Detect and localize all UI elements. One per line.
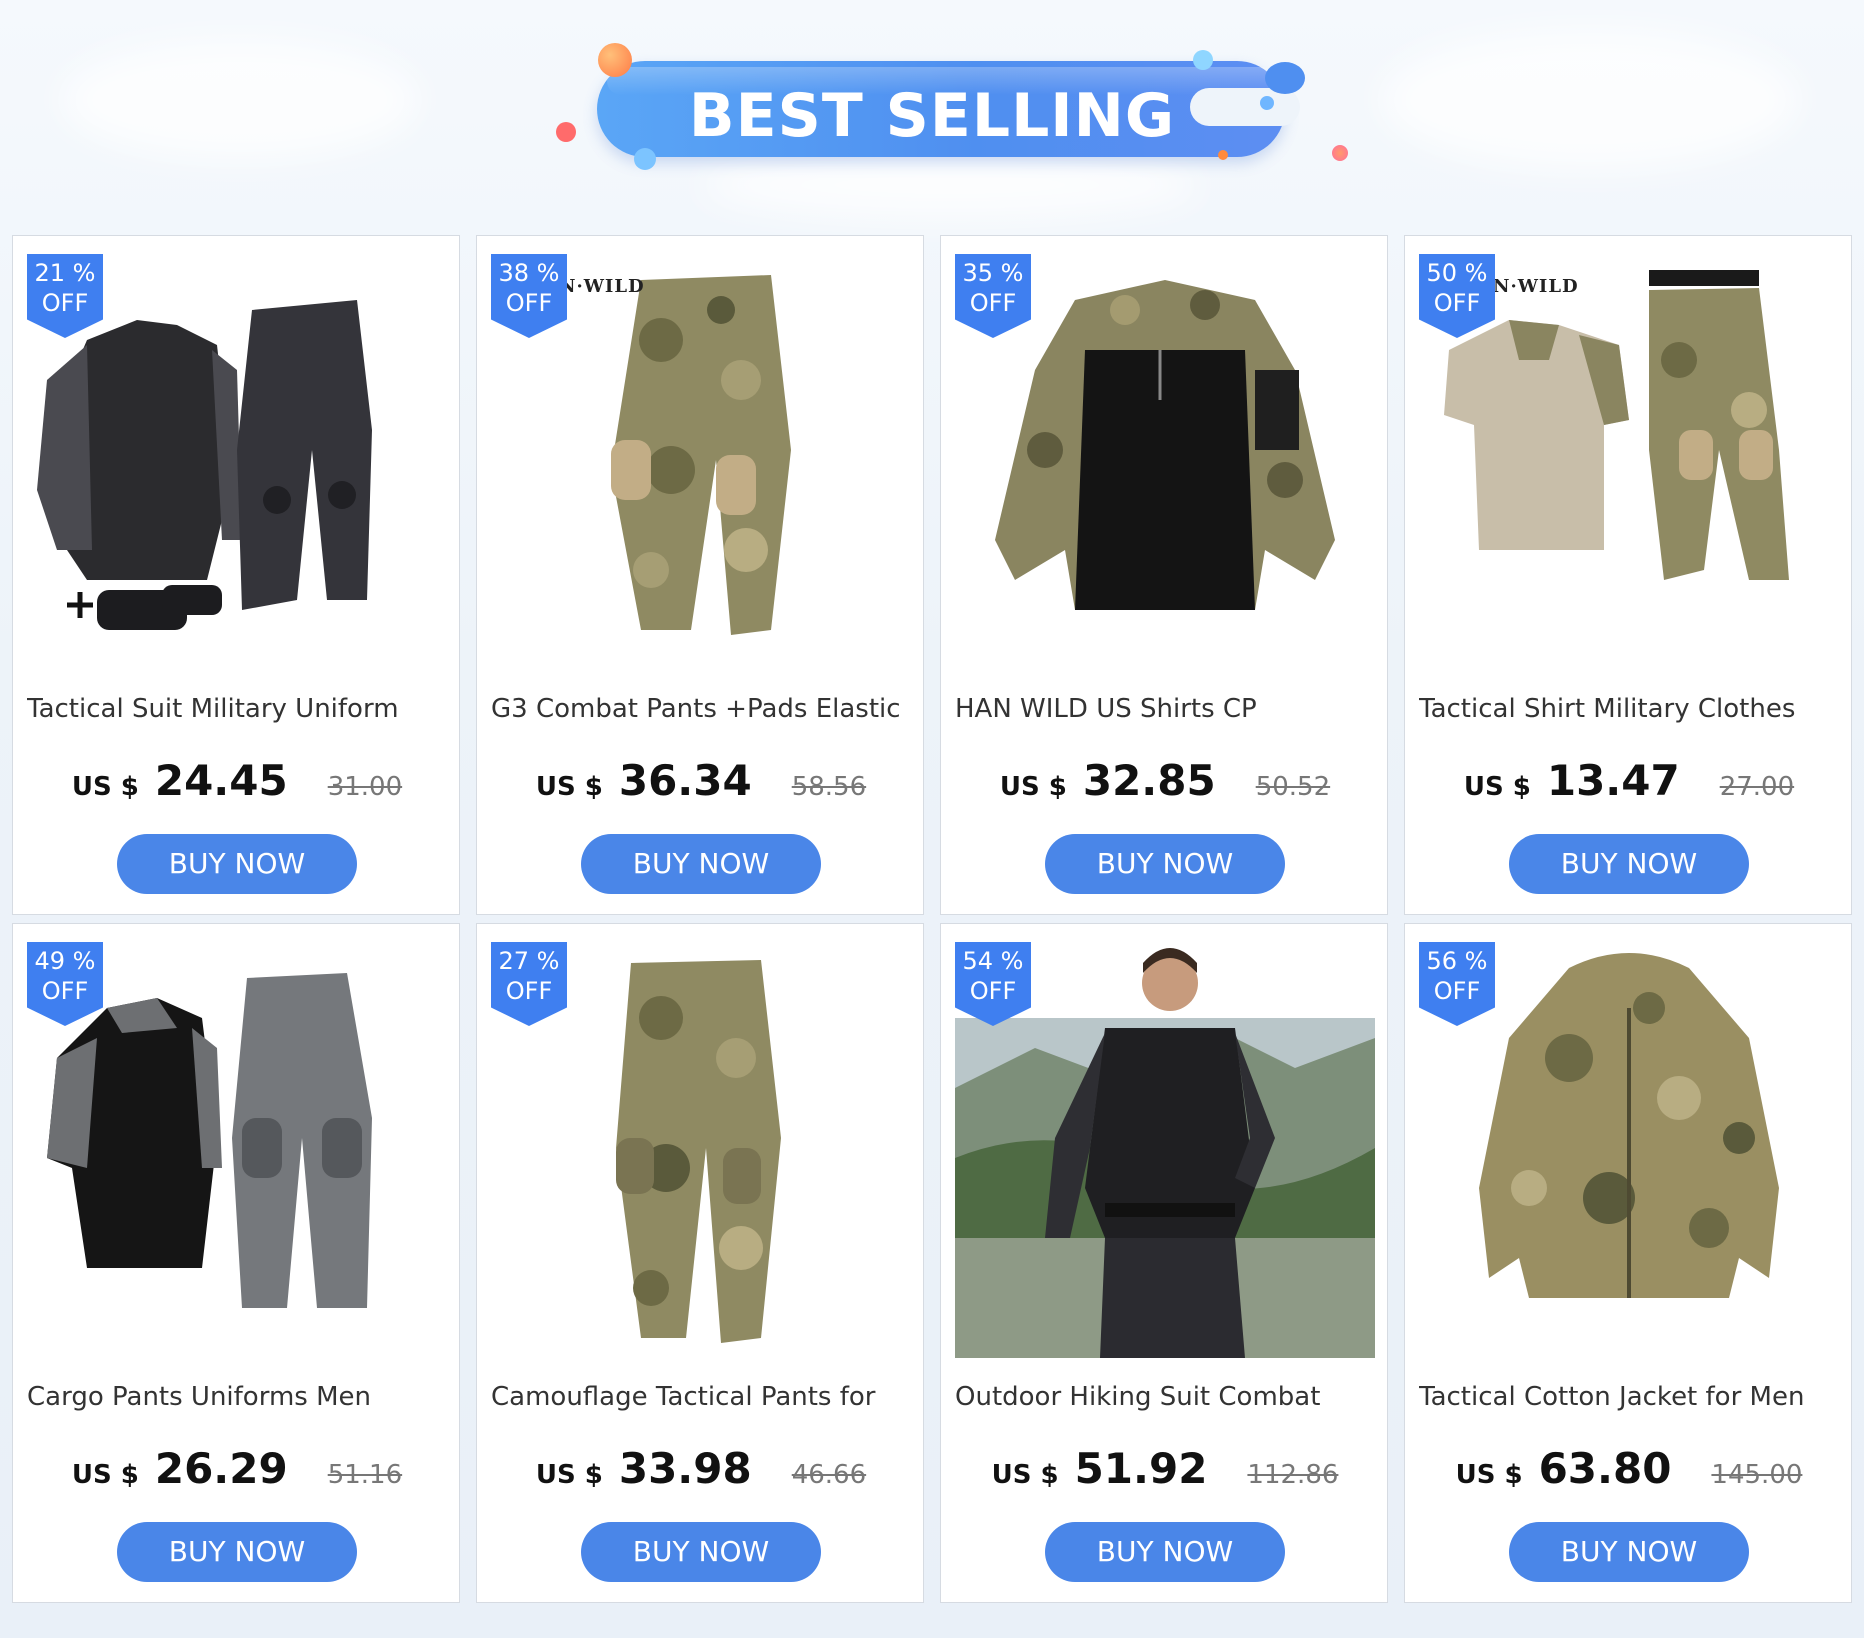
bubble-decoration <box>598 43 632 77</box>
original-price: 112.86 <box>1247 1460 1339 1490</box>
product-card[interactable]: 56 % OFF Tactical Cotton Jacket for Men … <box>1404 923 1852 1603</box>
discount-percent: 21 % <box>34 259 96 287</box>
brand-text: N·WILD <box>1493 276 1579 297</box>
current-price: 13.47 <box>1546 756 1680 805</box>
product-title[interactable]: Tactical Suit Military Uniform <box>27 694 447 724</box>
banner-title: BEST SELLING <box>688 81 1176 151</box>
bubble-decoration <box>1265 62 1305 94</box>
original-price: 58.56 <box>791 772 867 802</box>
price-row: US $ 36.34 58.56 <box>477 756 925 805</box>
currency-label: US $ <box>71 1460 139 1490</box>
discount-percent: 38 % <box>498 259 560 287</box>
discount-percent: 49 % <box>34 947 96 975</box>
price-row: US $ 33.98 46.66 <box>477 1444 925 1493</box>
buy-now-button[interactable]: BUY NOW <box>1509 1522 1749 1582</box>
original-price: 31.00 <box>327 772 403 802</box>
product-title[interactable]: Outdoor Hiking Suit Combat <box>955 1382 1375 1412</box>
current-price: 36.34 <box>618 756 752 805</box>
original-price: 51.16 <box>327 1460 403 1490</box>
bubble-decoration <box>1332 145 1348 161</box>
discount-percent: 27 % <box>498 947 560 975</box>
discount-off-label: OFF <box>41 977 89 1005</box>
original-price: 50.52 <box>1255 772 1331 802</box>
currency-label: US $ <box>71 772 139 802</box>
currency-label: US $ <box>535 1460 603 1490</box>
currency-label: US $ <box>1455 1460 1523 1490</box>
product-title[interactable]: G3 Combat Pants +Pads Elastic <box>491 694 911 724</box>
product-card[interactable]: 49 % OFF Cargo Pants Uniforms Men US $ 26… <box>12 923 460 1603</box>
price-row: US $ 26.29 51.16 <box>13 1444 461 1493</box>
current-price: 32.85 <box>1082 756 1216 805</box>
currency-label: US $ <box>1463 772 1531 802</box>
discount-percent: 54 % <box>962 947 1024 975</box>
discount-off-label: OFF <box>505 977 553 1005</box>
discount-off-label: OFF <box>969 289 1017 317</box>
product-title[interactable]: Tactical Cotton Jacket for Men <box>1419 1382 1839 1412</box>
original-price: 27.00 <box>1719 772 1795 802</box>
bubble-decoration <box>1218 150 1228 160</box>
price-row: US $ 32.85 50.52 <box>941 756 1389 805</box>
discount-percent: 50 % <box>1426 259 1488 287</box>
current-price: 51.92 <box>1074 1444 1208 1493</box>
buy-now-button[interactable]: BUY NOW <box>581 1522 821 1582</box>
product-card[interactable]: 54 % OFF Outdoor Hiking Suit Combat US $… <box>940 923 1388 1603</box>
buy-now-button[interactable]: BUY NOW <box>117 834 357 894</box>
best-selling-banner: BEST SELLING <box>0 0 1864 230</box>
discount-percent: 56 % <box>1426 947 1488 975</box>
price-row: US $ 24.45 31.00 <box>13 756 461 805</box>
product-card[interactable]: 21 % OFF Tactical Suit Military Uniform … <box>12 235 460 915</box>
product-title[interactable]: Cargo Pants Uniforms Men <box>27 1382 447 1412</box>
product-title[interactable]: HAN WILD US Shirts CP <box>955 694 1375 724</box>
price-row: US $ 51.92 112.86 <box>941 1444 1389 1493</box>
discount-off-label: OFF <box>969 977 1017 1005</box>
product-card[interactable]: N·WILD 50 % OFF Tactical Shirt Military … <box>1404 235 1852 915</box>
original-price: 46.66 <box>791 1460 867 1490</box>
discount-off-label: OFF <box>1433 289 1481 317</box>
current-price: 33.98 <box>618 1444 752 1493</box>
buy-now-button[interactable]: BUY NOW <box>1045 1522 1285 1582</box>
buy-now-button[interactable]: BUY NOW <box>1045 834 1285 894</box>
original-price: 145.00 <box>1711 1460 1803 1490</box>
product-card[interactable]: 27 % OFF Camouflage Tactical Pants for U… <box>476 923 924 1603</box>
product-card[interactable]: N·WILD 38 % OFF G3 Combat Pants +Pads El… <box>476 235 924 915</box>
discount-off-label: OFF <box>505 289 553 317</box>
discount-off-label: OFF <box>41 289 89 317</box>
current-price: 24.45 <box>154 756 288 805</box>
discount-off-label: OFF <box>1433 977 1481 1005</box>
buy-now-button[interactable]: BUY NOW <box>1509 834 1749 894</box>
buy-now-button[interactable]: BUY NOW <box>581 834 821 894</box>
currency-label: US $ <box>991 1460 1059 1490</box>
price-row: US $ 63.80 145.00 <box>1405 1444 1853 1493</box>
bubble-decoration <box>634 148 656 170</box>
bubble-decoration <box>1260 96 1274 110</box>
product-title[interactable]: Tactical Shirt Military Clothes <box>1419 694 1839 724</box>
product-card[interactable]: 35 % OFF HAN WILD US Shirts CP US $ 32.85… <box>940 235 1388 915</box>
buy-now-button[interactable]: BUY NOW <box>117 1522 357 1582</box>
currency-label: US $ <box>999 772 1067 802</box>
price-row: US $ 13.47 27.00 <box>1405 756 1853 805</box>
bubble-decoration <box>1193 50 1213 70</box>
bubble-decoration <box>556 122 576 142</box>
current-price: 63.80 <box>1538 1444 1672 1493</box>
brand-text: N·WILD <box>559 276 645 297</box>
product-title[interactable]: Camouflage Tactical Pants for <box>491 1382 911 1412</box>
discount-percent: 35 % <box>962 259 1024 287</box>
current-price: 26.29 <box>154 1444 288 1493</box>
currency-label: US $ <box>535 772 603 802</box>
